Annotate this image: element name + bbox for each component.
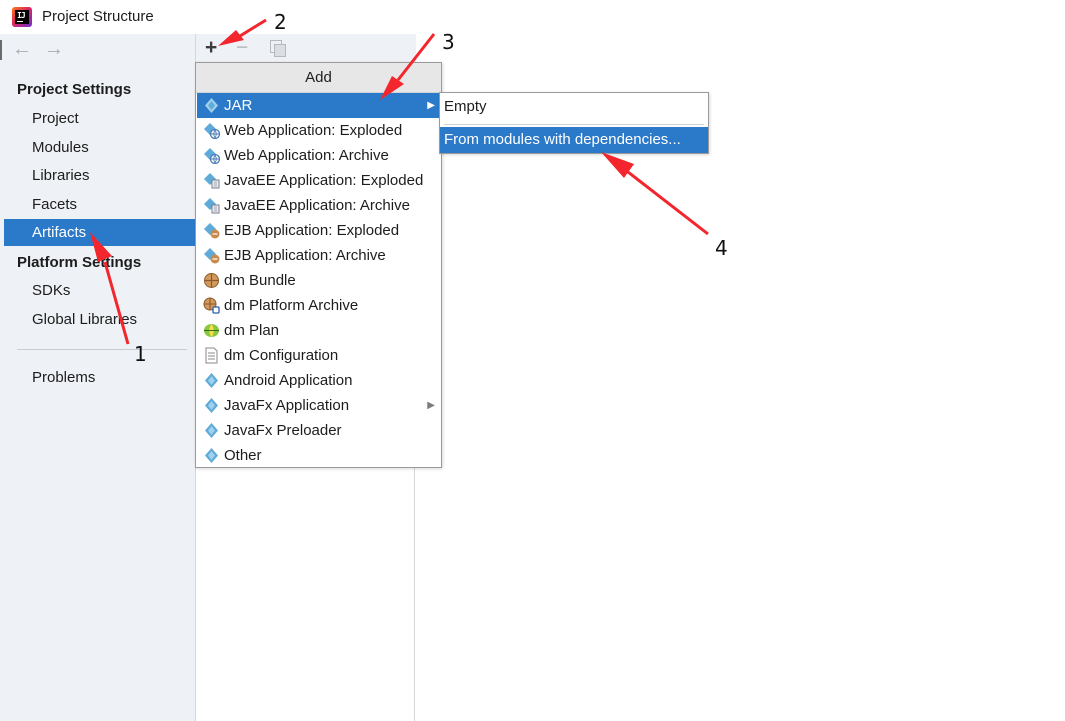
dm-bundle-icon [203, 272, 220, 289]
arrow-right-icon[interactable]: → [44, 38, 64, 61]
menu-item-dm-plan[interactable]: dm Plan [197, 318, 440, 343]
menu-item-dm-platform-archive[interactable]: dm Platform Archive [197, 293, 440, 318]
menu-item-javaee-application-exploded[interactable]: JavaEE Application: Exploded [197, 168, 440, 193]
menu-item-javafx-preloader[interactable]: JavaFx Preloader [197, 418, 440, 443]
javafx-app-icon [203, 397, 220, 414]
menu-item-javaee-application-archive[interactable]: JavaEE Application: Archive [197, 193, 440, 218]
javaee-app-icon [203, 172, 220, 189]
annotation-label-2: 2 [274, 10, 287, 34]
menu-item-label: JavaEE Application: Archive [224, 197, 410, 214]
menu-item-web-application-exploded[interactable]: Web Application: Exploded [197, 118, 440, 143]
menu-item-javafx-application[interactable]: JavaFx Application ▶ [197, 393, 440, 418]
dm-plan-icon [203, 322, 220, 339]
menu-item-web-application-archive[interactable]: Web Application: Archive [197, 143, 440, 168]
ejb-app-icon [203, 247, 220, 264]
menu-item-dm-configuration[interactable]: dm Configuration [197, 343, 440, 368]
ejb-app-icon [203, 222, 220, 239]
menu-item-label: Android Application [224, 372, 353, 389]
sidebar-item-global-libraries[interactable]: Global Libraries [4, 306, 195, 333]
annotation-label-1: 1 [134, 342, 147, 366]
platform-settings-header: Platform Settings [17, 254, 142, 271]
sidebar-item-sdks[interactable]: SDKs [4, 277, 195, 304]
settings-sidebar: ← → Project Settings Project Modules Lib… [0, 34, 195, 721]
jar-icon [203, 97, 220, 114]
menu-item-dm-bundle[interactable]: dm Bundle [197, 268, 440, 293]
navigation-bar: ← → [0, 34, 195, 66]
submenu-item-empty[interactable]: Empty [440, 94, 708, 120]
app-icon-text: IJ [17, 11, 26, 20]
window-title: Project Structure [42, 8, 154, 25]
menu-item-ejb-application-archive[interactable]: EJB Application: Archive [197, 243, 440, 268]
project-settings-header: Project Settings [17, 81, 132, 98]
menu-item-label: JAR [224, 97, 253, 114]
sidebar-item-artifacts[interactable]: Artifacts [4, 219, 195, 246]
sidebar-item-problems[interactable]: Problems [4, 364, 195, 391]
javafx-preloader-icon [203, 422, 220, 439]
menu-item-label: Web Application: Archive [224, 147, 389, 164]
menu-item-label: dm Plan [224, 322, 280, 339]
web-app-icon [203, 122, 221, 140]
menu-item-jar[interactable]: JAR ▶ [197, 93, 440, 118]
remove-icon[interactable]: − [236, 36, 248, 60]
other-artifact-icon [203, 447, 220, 464]
sidebar-item-libraries[interactable]: Libraries [4, 162, 195, 189]
title-bar: IJ Project Structure [0, 0, 1065, 34]
submenu-divider [444, 124, 704, 125]
sidebar-divider [17, 349, 187, 350]
annotation-arrow-4-head [601, 152, 634, 178]
artifacts-toolbar: + − [196, 34, 416, 62]
popup-header: Add [196, 63, 441, 93]
menu-item-label: dm Platform Archive [224, 297, 359, 314]
sidebar-item-project[interactable]: Project [4, 105, 195, 132]
submenu-arrow-icon: ▶ [427, 100, 435, 111]
window-edge [0, 40, 2, 60]
menu-item-label: dm Configuration [224, 347, 339, 364]
sidebar-item-modules[interactable]: Modules [4, 134, 195, 161]
intellij-app-icon: IJ [12, 7, 32, 27]
copy-icon[interactable] [270, 40, 286, 57]
menu-item-label: dm Bundle [224, 272, 296, 289]
menu-item-ejb-application-exploded[interactable]: EJB Application: Exploded [197, 218, 440, 243]
menu-item-label: Web Application: Exploded [224, 122, 403, 139]
annotation-label-3: 3 [442, 30, 455, 54]
sidebar-item-facets[interactable]: Facets [4, 191, 195, 218]
menu-item-label: EJB Application: Archive [224, 247, 386, 264]
menu-item-other[interactable]: Other [197, 443, 440, 468]
javaee-app-icon [203, 197, 220, 214]
menu-item-label: Other [224, 447, 262, 464]
annotation-arrow-4 [627, 170, 709, 236]
submenu-arrow-icon: ▶ [427, 400, 435, 411]
menu-item-label: JavaEE Application: Exploded [224, 172, 424, 189]
dm-platform-archive-icon [203, 297, 220, 314]
arrow-left-icon[interactable]: ← [12, 38, 32, 61]
android-app-icon [203, 372, 220, 389]
menu-item-label: JavaFx Preloader [224, 422, 342, 439]
menu-item-label: EJB Application: Exploded [224, 222, 400, 239]
submenu-item-from-modules-with-dependencies[interactable]: From modules with dependencies... [440, 127, 708, 153]
dm-configuration-icon [203, 347, 220, 364]
annotation-label-4: 4 [715, 236, 728, 260]
jar-submenu: Empty From modules with dependencies... [439, 92, 709, 154]
menu-item-android-application[interactable]: Android Application [197, 368, 440, 393]
add-icon[interactable]: + [205, 36, 217, 60]
add-artifact-popup: Add JAR ▶ Web Application: Exploded Web App… [195, 62, 442, 468]
menu-item-label: JavaFx Application [224, 397, 350, 414]
web-app-icon [203, 147, 221, 165]
